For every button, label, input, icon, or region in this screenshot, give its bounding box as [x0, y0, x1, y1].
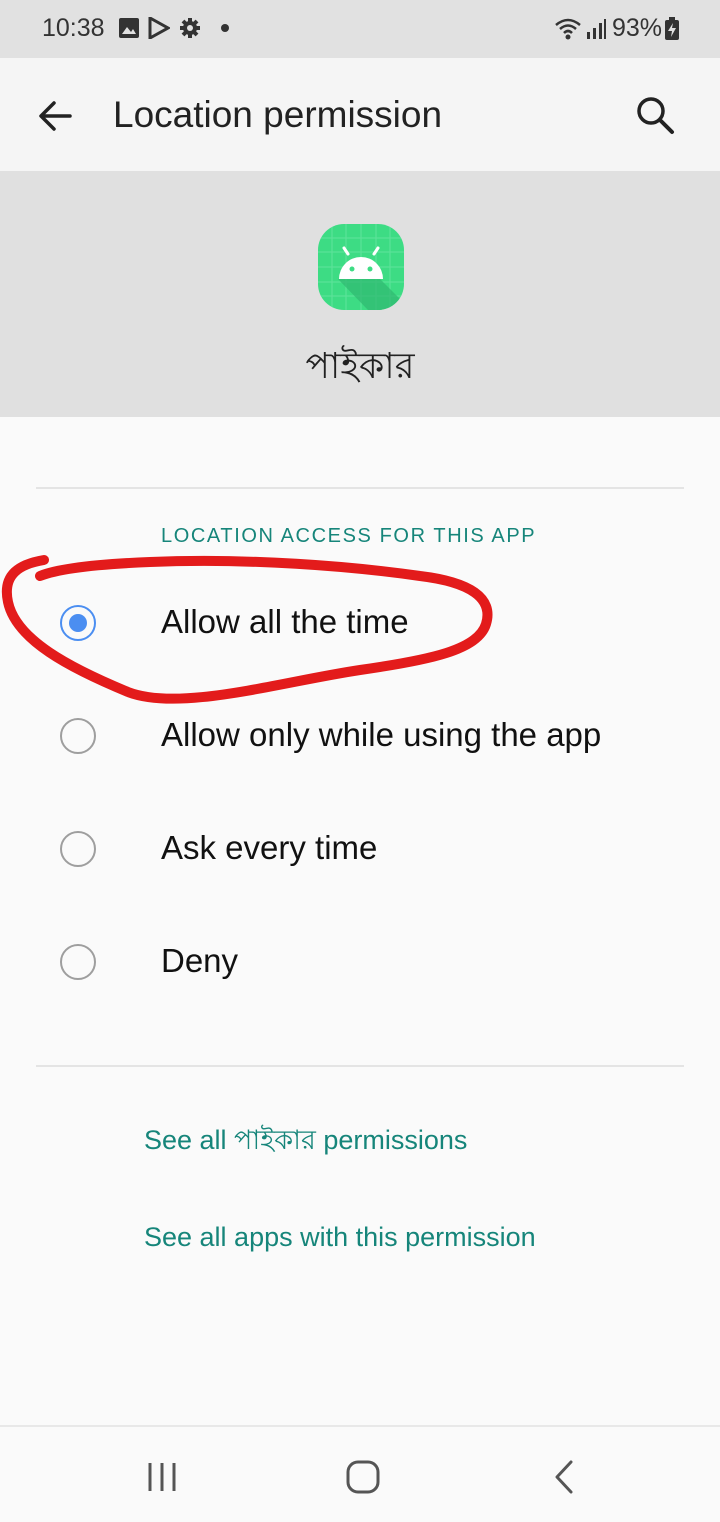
notification-dot-icon: [221, 24, 229, 32]
settings-gear-icon: [180, 18, 200, 38]
search-icon[interactable]: [632, 92, 678, 138]
nav-back-icon[interactable]: [545, 1457, 585, 1497]
signal-icon: [587, 19, 606, 39]
option-label: Deny: [161, 942, 239, 979]
app-name: পাইকার: [305, 345, 415, 386]
status-time: 10:38: [42, 14, 105, 42]
option-allow-all-the-time[interactable]: Allow all the time: [0, 575, 720, 675]
option-allow-while-using[interactable]: Allow only while using the app: [0, 688, 720, 788]
navigation-bar: [0, 1425, 720, 1522]
radio-button[interactable]: [60, 718, 96, 754]
android-app-icon: [318, 224, 404, 310]
radio-button[interactable]: [60, 831, 96, 867]
arrow-back-icon[interactable]: [34, 94, 78, 138]
battery-percentage: 93%: [612, 14, 663, 42]
option-label: Allow only while using the app: [161, 716, 602, 753]
status-bar: 10:38 93%: [0, 0, 720, 58]
app-header: পাইকার: [0, 171, 720, 417]
see-all-app-permissions-link[interactable]: See all পাইকার permissions: [144, 1120, 467, 1165]
battery-charging-icon: [665, 17, 679, 40]
wifi-icon: [555, 18, 581, 40]
gallery-icon: [119, 18, 139, 38]
radio-button-selected[interactable]: [60, 605, 96, 641]
radio-dot: [69, 614, 87, 632]
recents-icon[interactable]: [142, 1457, 182, 1497]
top-app-bar: Location permission: [0, 58, 720, 171]
home-icon[interactable]: [343, 1457, 383, 1497]
play-store-icon: [148, 17, 170, 39]
see-all-apps-with-permission-link[interactable]: See all apps with this permission: [144, 1222, 536, 1253]
page-title: Location permission: [113, 94, 443, 135]
divider-bottom: [36, 1065, 684, 1067]
option-label: Ask every time: [161, 829, 378, 866]
radio-button[interactable]: [60, 944, 96, 980]
option-label: Allow all the time: [161, 603, 409, 640]
divider-top: [36, 487, 684, 489]
section-header: LOCATION ACCESS FOR THIS APP: [161, 525, 537, 547]
option-ask-every-time[interactable]: Ask every time: [0, 801, 720, 901]
option-deny[interactable]: Deny: [0, 914, 720, 1014]
